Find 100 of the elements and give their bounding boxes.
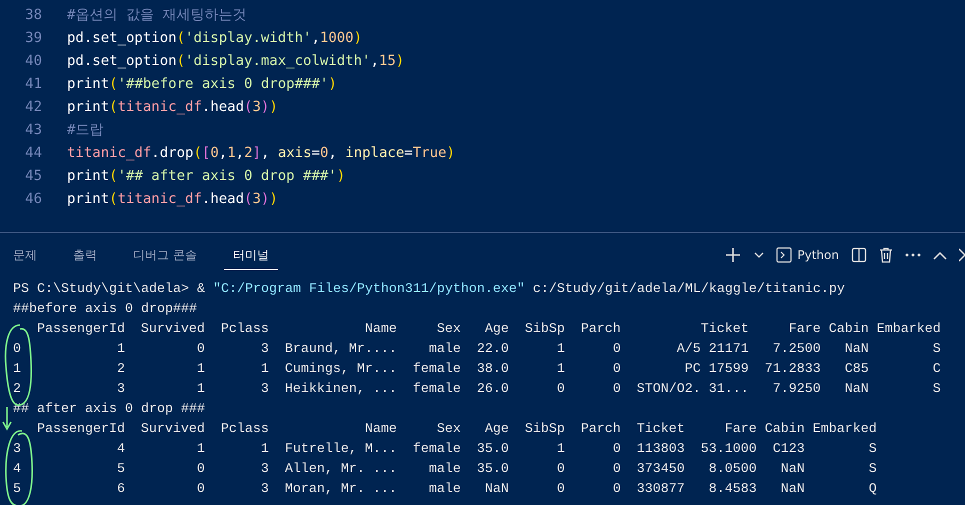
table-cell: S xyxy=(932,382,941,397)
table-cell: 0 xyxy=(556,462,565,477)
column-header: PassengerId xyxy=(36,422,125,437)
panel-tab[interactable]: 디버그 콘솔 xyxy=(124,240,206,270)
panel-tab[interactable]: 출력 xyxy=(64,240,106,270)
more-icon[interactable] xyxy=(905,253,921,257)
column-header: Cabin xyxy=(764,422,805,437)
close-icon[interactable] xyxy=(959,248,965,262)
line-number: 44 xyxy=(24,144,42,163)
table-cell: male xyxy=(428,482,461,497)
table-cell: 1 xyxy=(260,362,269,377)
table-cell: 0 xyxy=(612,482,621,497)
annotation-arrow xyxy=(2,406,12,431)
code-line: pd.set_option('display.width',1000) xyxy=(67,29,362,48)
column-header: Parch xyxy=(580,322,621,337)
trash-icon[interactable] xyxy=(879,247,893,263)
table-cell: male xyxy=(428,342,461,357)
table-cell: 6 xyxy=(116,482,125,497)
table-cell: 1 xyxy=(556,362,565,377)
table-cell: NaN xyxy=(844,342,869,357)
table-cell: 53.1000 xyxy=(700,442,757,457)
column-header: Fare xyxy=(724,422,757,437)
line-number: 39 xyxy=(24,29,42,48)
code-line: print(titanic_df.head(3)) xyxy=(67,190,278,209)
terminal-output: ##before axis 0 drop### xyxy=(13,301,197,319)
column-header: Sex xyxy=(436,322,461,337)
table-cell: 0 xyxy=(612,442,621,457)
table-cell: Heikkinen, ... xyxy=(284,382,397,397)
table-cell: PC 17599 xyxy=(684,362,749,377)
table-cell: 1 xyxy=(116,342,125,357)
table-cell: 8.4583 xyxy=(708,482,757,497)
column-header: Age xyxy=(484,422,509,437)
table-cell: NaN xyxy=(484,482,509,497)
terminal-command: PS C:\Study\git\adela> & "C:/Program Files/Python311/python.exe" c:/Study/git/adela/ML/kaggle/titanic.py xyxy=(13,281,845,299)
table-cell: 1 xyxy=(196,382,205,397)
table-cell: C123 xyxy=(772,442,805,457)
column-header: Cabin xyxy=(828,322,869,337)
table-cell: 1 xyxy=(196,442,205,457)
table-cell: S xyxy=(868,462,877,477)
column-header: Ticket xyxy=(700,322,749,337)
line-number: 41 xyxy=(24,75,42,94)
code-line: pd.set_option('display.max_colwidth',15) xyxy=(67,52,404,71)
table-cell: 3 xyxy=(260,482,269,497)
table-cell: Cumings, Mr... xyxy=(284,362,397,377)
table-cell: 7.9250 xyxy=(772,382,821,397)
table-cell: Q xyxy=(868,482,877,497)
table-cell: male xyxy=(428,462,461,477)
column-header: PassengerId xyxy=(36,322,125,337)
table-cell: Allen, Mr. ... xyxy=(284,462,397,477)
terminal-icon xyxy=(776,247,792,263)
line-number: 45 xyxy=(24,167,42,186)
table-cell: 3 xyxy=(260,342,269,357)
code-line: print('## after axis 0 drop ###') xyxy=(67,167,346,186)
row-index: 1 xyxy=(13,362,21,377)
table-cell: 113803 xyxy=(636,442,685,457)
split-icon[interactable] xyxy=(851,247,867,263)
table-cell: female xyxy=(412,442,461,457)
table-cell: 3 xyxy=(260,382,269,397)
plus-icon[interactable] xyxy=(724,246,742,264)
row-index: 4 xyxy=(13,462,21,477)
table-cell: 0 xyxy=(612,362,621,377)
panel-tab[interactable]: 터미널 xyxy=(224,240,278,270)
code-line: print('##before axis 0 drop###') xyxy=(67,75,337,94)
column-header: SibSp xyxy=(524,422,565,437)
terminal-output: ## after axis 0 drop ### xyxy=(13,401,205,419)
column-header: Embarked xyxy=(812,422,877,437)
panel-tab[interactable]: 문제 xyxy=(4,240,46,270)
chevron-up-icon[interactable] xyxy=(933,250,947,260)
table-cell: 22.0 xyxy=(476,342,509,357)
row-index: 0 xyxy=(13,342,21,357)
table-cell: 330877 xyxy=(636,482,685,497)
column-header: SibSp xyxy=(524,322,565,337)
table-cell: NaN xyxy=(780,462,805,477)
terminal-profile-button[interactable]: Python xyxy=(776,247,839,263)
column-header: Pclass xyxy=(220,322,269,337)
table-cell: Futrelle, M... xyxy=(284,442,397,457)
table-cell: NaN xyxy=(780,482,805,497)
chevron-down-icon[interactable] xyxy=(754,251,764,259)
column-header: Age xyxy=(484,322,509,337)
table-cell: 0 xyxy=(556,382,565,397)
code-line: titanic_df.drop([0,1,2], axis=0, inplace=True) xyxy=(67,144,455,163)
table-cell: female xyxy=(412,382,461,397)
table-cell: Moran, Mr. ... xyxy=(284,482,397,497)
line-number: 42 xyxy=(24,98,42,117)
row-index: 3 xyxy=(13,442,21,457)
table-cell: 0 xyxy=(612,462,621,477)
table-cell: 35.0 xyxy=(476,442,509,457)
table-cell: 2 xyxy=(116,362,125,377)
table-cell: S xyxy=(932,342,941,357)
table-cell: 1 xyxy=(260,442,269,457)
table-cell: 71.2833 xyxy=(764,362,821,377)
column-header: Embarked xyxy=(876,322,941,337)
row-index: 5 xyxy=(13,482,21,497)
line-number: 46 xyxy=(24,190,42,209)
table-cell: 1 xyxy=(556,442,565,457)
line-number: 43 xyxy=(24,121,42,140)
table-cell: C85 xyxy=(844,362,869,377)
column-header: Parch xyxy=(580,422,621,437)
table-cell: STON/O2. 31... xyxy=(636,382,749,397)
table-cell: S xyxy=(868,442,877,457)
